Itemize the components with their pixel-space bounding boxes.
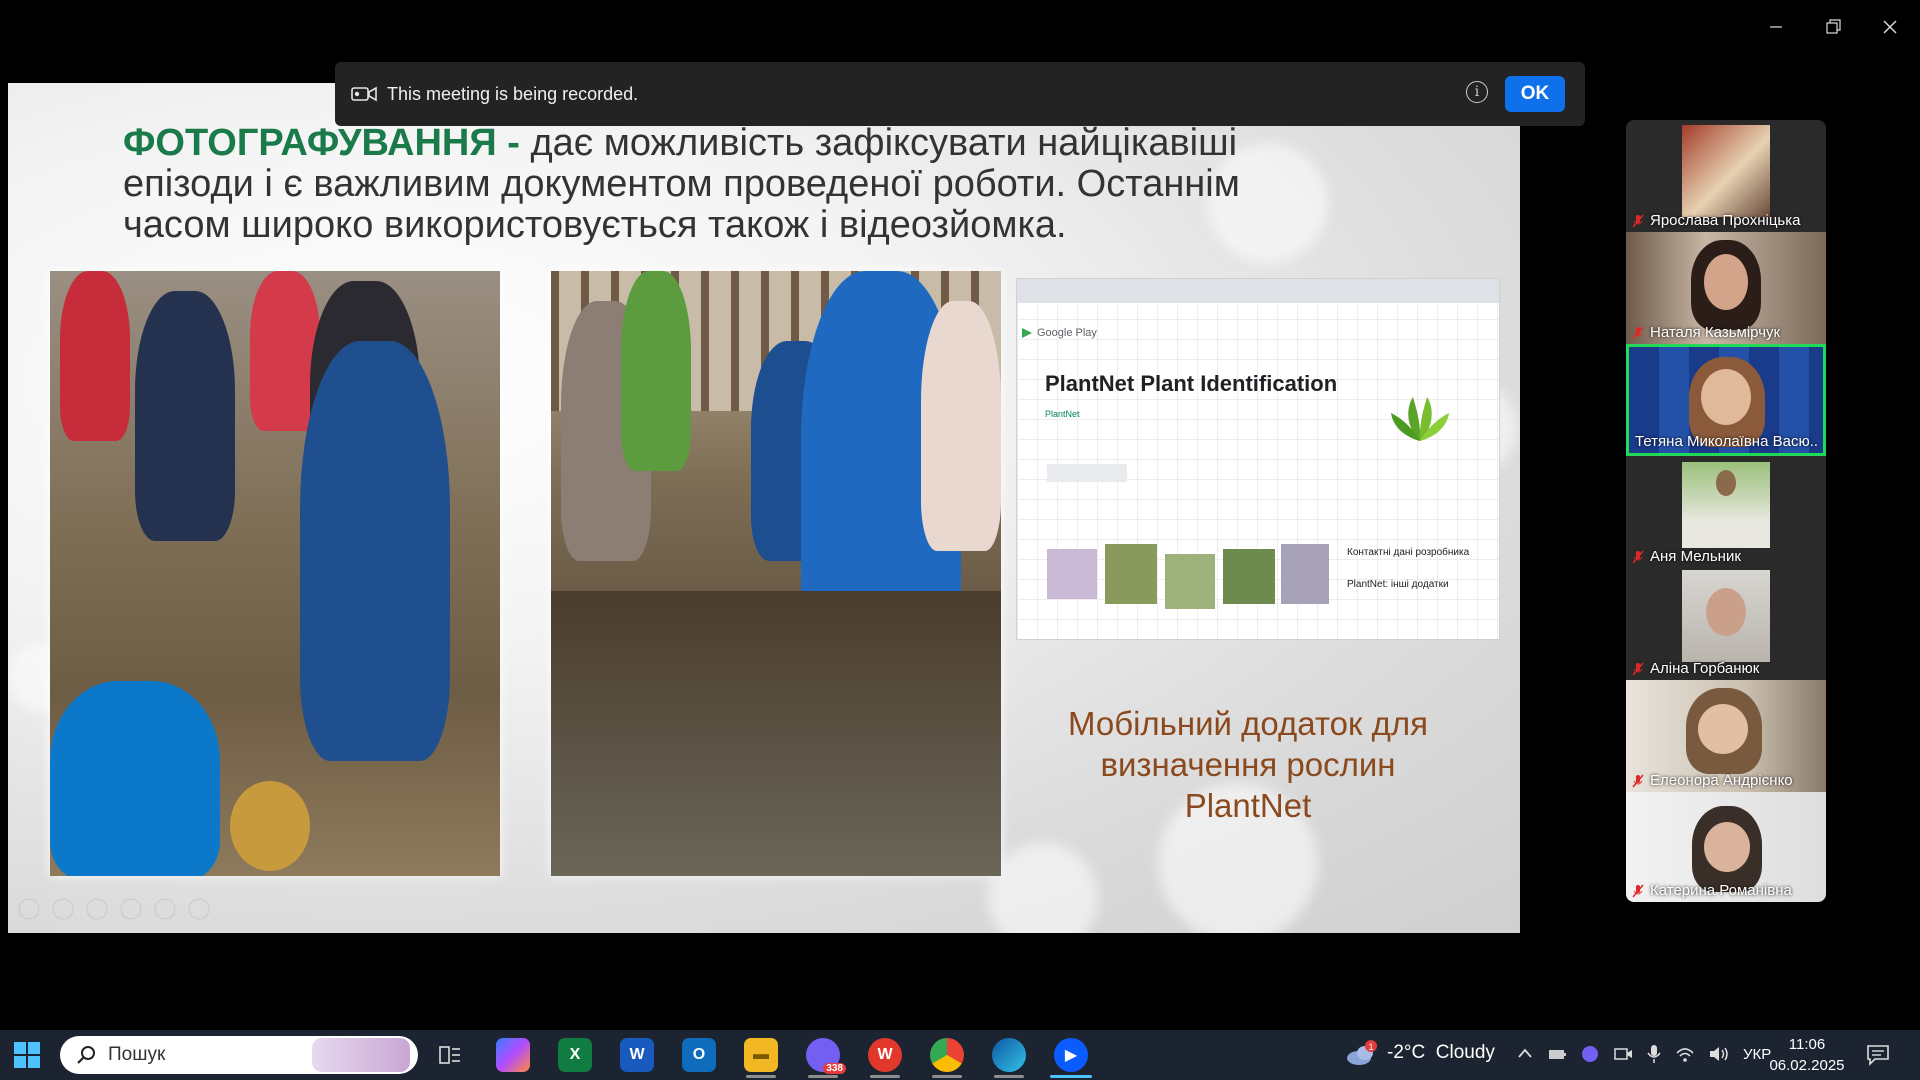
weather-text: -2°C Cloudy [1387, 1042, 1495, 1063]
muted-mic-icon [1632, 884, 1644, 897]
app-title: PlantNet Plant Identification [1045, 371, 1338, 396]
pen-icon[interactable] [86, 898, 108, 920]
minimize-icon [1770, 26, 1782, 28]
taskbar: Пошук X W O ▬ 338 W ▶ 1 -2°C Cloudy УКР … [0, 1030, 1920, 1080]
participant-name: Аліна Горбанюк [1650, 660, 1760, 677]
participant-tile[interactable]: Катерина Романівна [1626, 792, 1826, 902]
search-icon [77, 1046, 95, 1064]
chrome-icon[interactable] [930, 1038, 964, 1078]
zoom-icon[interactable]: ▶ [1050, 1038, 1092, 1078]
next-slide-icon[interactable] [52, 898, 74, 920]
other-apps: PlantNet: інші додатки [1347, 579, 1449, 590]
muted-mic-icon [1632, 774, 1644, 787]
task-view-icon [439, 1046, 460, 1064]
search-highlight-image [312, 1038, 410, 1072]
participant-name: Тетяна Миколаївна Васю... [1635, 433, 1819, 450]
clock-date: 06.02.2025 [1769, 1057, 1845, 1074]
store-label: Google Play [1037, 327, 1097, 339]
edge-icon[interactable] [992, 1038, 1026, 1078]
excel-icon[interactable]: X [558, 1038, 592, 1072]
notifications-button[interactable] [1866, 1044, 1890, 1071]
app-developer: PlantNet [1045, 409, 1080, 419]
google-play-icon [1022, 328, 1032, 338]
muted-mic-icon [1632, 550, 1644, 563]
clock[interactable]: 11:06 06.02.2025 [1762, 1034, 1852, 1076]
children-in-forest-photo [551, 271, 1001, 876]
developer-contacts: Контактні дані розробника [1347, 547, 1470, 558]
chevron-up-icon[interactable] [1516, 1045, 1534, 1063]
notification-icon [1867, 1045, 1889, 1066]
muted-mic-icon [1632, 326, 1644, 339]
search-box[interactable]: Пошук [60, 1036, 418, 1074]
cloudy-weather-icon: 1 [1347, 1040, 1377, 1065]
children-with-phones-photo [50, 271, 500, 876]
participant-tile[interactable]: Аня Мельник [1626, 456, 1826, 568]
video-recording-icon [351, 86, 377, 102]
participant-tile-active-speaker[interactable]: Тетяна Миколаївна Васю... [1626, 344, 1826, 456]
wifi-icon[interactable] [1675, 1045, 1695, 1063]
task-view-button[interactable] [433, 1038, 467, 1072]
muted-mic-icon [1632, 662, 1644, 675]
volume-icon[interactable] [1708, 1045, 1730, 1063]
system-tray: УКР [1516, 1044, 1771, 1064]
slide-heading: ФОТОГРАФУВАННЯ - дає можливість зафіксув… [123, 122, 1240, 246]
word-icon[interactable]: W [620, 1038, 654, 1072]
file-explorer-icon[interactable]: ▬ [744, 1038, 778, 1078]
info-icon[interactable]: i [1466, 81, 1488, 103]
microphone-icon[interactable] [1646, 1044, 1662, 1064]
restore-button[interactable] [1813, 12, 1853, 42]
participant-tile[interactable]: Елеонора Андрієнко [1626, 680, 1826, 792]
ok-button[interactable]: OK [1505, 76, 1565, 112]
viber-icon[interactable]: 338 [806, 1038, 846, 1078]
participant-tile[interactable]: Ярослава Прохніцька [1626, 120, 1826, 232]
close-icon [1883, 20, 1897, 34]
participant-name: Катерина Романівна [1650, 882, 1792, 899]
participant-tile[interactable]: Аліна Горбанюк [1626, 568, 1826, 680]
participant-name: Елеонора Андрієнко [1650, 772, 1793, 789]
minimize-button[interactable] [1756, 12, 1796, 42]
start-button[interactable] [14, 1042, 40, 1073]
camera-icon[interactable] [1613, 1045, 1633, 1063]
restore-icon [1826, 19, 1841, 34]
recording-notice: This meeting is being recorded. [387, 83, 639, 104]
slide-toolbar [18, 898, 210, 920]
close-button[interactable] [1870, 12, 1910, 42]
shared-slide: ФОТОГРАФУВАННЯ - дає можливість зафіксув… [8, 83, 1520, 933]
participant-name: Аня Мельник [1650, 548, 1741, 565]
recording-banner: This meeting is being recorded. i OK [335, 62, 1585, 126]
wps-office-icon[interactable]: W [868, 1038, 902, 1078]
windows-icon [14, 1042, 40, 1068]
slides-icon[interactable] [120, 898, 142, 920]
weather-alert-badge: 1 [1368, 1042, 1373, 1052]
muted-mic-icon [1632, 214, 1644, 227]
weather-widget[interactable]: 1 -2°C Cloudy [1345, 1040, 1495, 1066]
participant-name: Ярослава Прохніцька [1650, 212, 1801, 229]
outlook-icon[interactable]: O [682, 1038, 716, 1072]
viber-tray-icon[interactable] [1580, 1045, 1600, 1063]
slide-caption: Мобільний додаток для визначення рослин … [1067, 705, 1428, 824]
viber-badge: 338 [823, 1063, 846, 1074]
more-options-icon[interactable] [188, 898, 210, 920]
google-play-screenshot: Google Play PlantNet Plant Identificatio… [1016, 278, 1500, 640]
search-placeholder: Пошук [108, 1044, 166, 1065]
copilot-icon[interactable] [496, 1038, 530, 1072]
clock-time: 11:06 [1788, 1036, 1826, 1053]
participant-tile[interactable]: Наталя Казьмірчук [1626, 232, 1826, 344]
previous-slide-icon[interactable] [18, 898, 40, 920]
battery-icon[interactable] [1547, 1045, 1567, 1063]
participant-name: Наталя Казьмірчук [1650, 324, 1781, 341]
plantnet-logo-icon [1391, 397, 1449, 441]
zoom-icon[interactable] [154, 898, 176, 920]
